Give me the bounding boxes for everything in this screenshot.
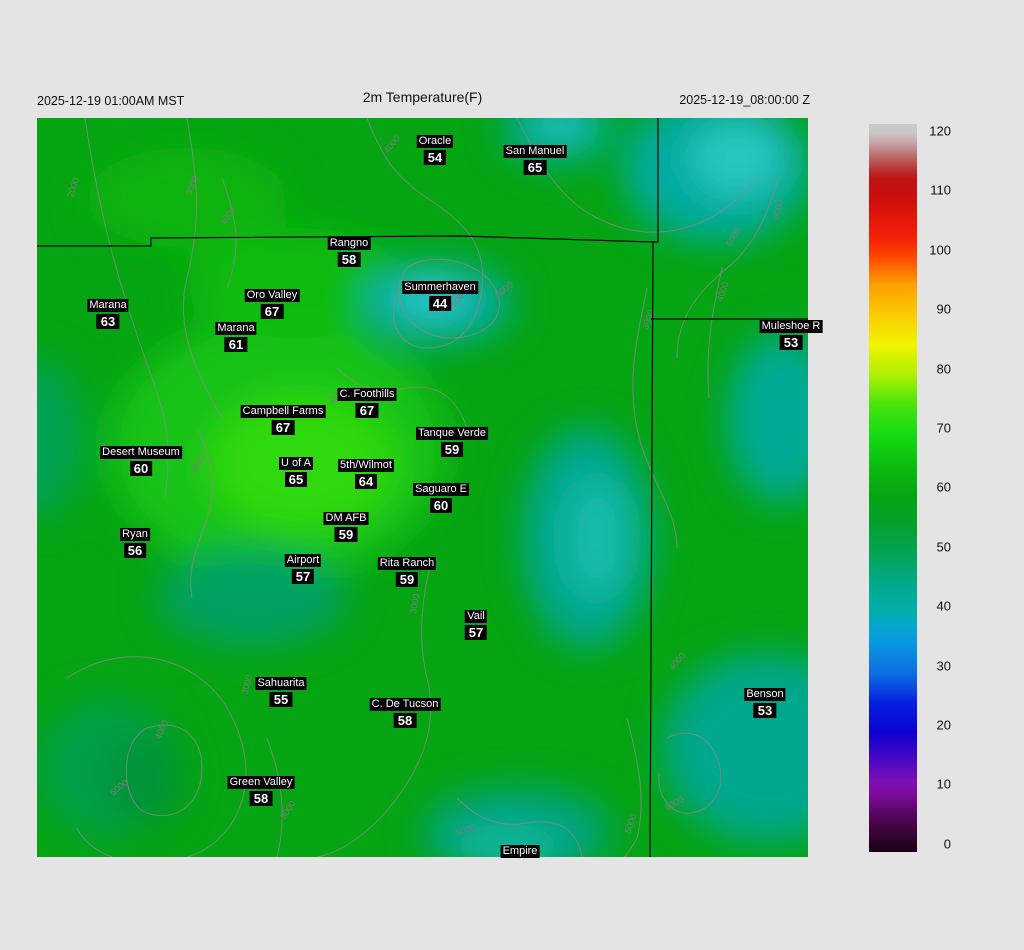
colorbar-tick-100: 100 (929, 242, 951, 258)
colorbar-tick-20: 20 (936, 717, 951, 733)
colorbar-tick-10: 10 (936, 776, 951, 792)
colorbar-tick-90: 90 (936, 301, 951, 317)
temperature-field: 2000 300040004000500060006000500040003000… (37, 118, 808, 857)
colorbar-tick-40: 40 (936, 598, 951, 614)
colorbar-tick-70: 70 (936, 420, 951, 436)
colorbar-tick-120: 120 (929, 123, 951, 139)
valid-time-utc: 2025-12-19_08:00:00 Z (679, 93, 810, 107)
colorbar-tick-110: 110 (930, 182, 951, 198)
colorbar-tick-0: 0 (943, 836, 951, 852)
colorbar-tick-30: 30 (936, 658, 951, 674)
colorbar-tick-80: 80 (936, 361, 951, 377)
colorbar-tick-60: 60 (936, 479, 951, 495)
colorbar-tick-50: 50 (936, 539, 951, 555)
temperature-colorbar (869, 124, 917, 852)
temperature-map: 2000 3000 4000 4000 5000 6000 6000 5000 4000 3000… (37, 118, 808, 857)
